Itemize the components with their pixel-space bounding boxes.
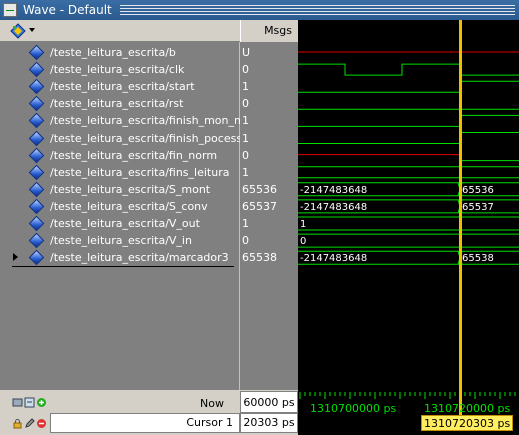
row-separator xyxy=(12,266,234,267)
signal-name: /teste_leitura_escrita/S_conv xyxy=(50,199,208,213)
bus-value-label: 65536 xyxy=(462,185,494,196)
wave-window-icon xyxy=(3,3,17,17)
signal-name: /teste_leitura_escrita/rst xyxy=(50,97,184,111)
window-title: Wave - Default xyxy=(23,3,112,17)
signal-diamond-icon xyxy=(28,78,45,95)
signal-value: U xyxy=(242,46,251,59)
signal-value-panel: U 0 1 0 1 1 0 1 65536 65537 1 0 65538 xyxy=(240,42,298,390)
signal-diamond-icon xyxy=(28,215,45,232)
signal-row[interactable]: /teste_leitura_escrita/marcador3 xyxy=(0,249,240,266)
bus-value-label: -2147483648 xyxy=(300,185,367,196)
bus-value-label: 1 xyxy=(300,219,306,230)
signal-value: 0 xyxy=(242,234,249,248)
signal-row[interactable]: /teste_leitura_escrita/clk xyxy=(0,61,240,78)
signal-row[interactable]: /teste_leitura_escrita/b xyxy=(0,44,240,61)
signal-value: 0 xyxy=(242,63,249,77)
wave-header xyxy=(298,20,519,42)
signal-row[interactable]: /teste_leitura_escrita/rst xyxy=(0,95,240,112)
signal-waveform xyxy=(298,80,519,93)
signal-diamond-icon xyxy=(28,164,45,180)
signal-name: /teste_leitura_escrita/fin_norm xyxy=(50,148,218,162)
signal-diamond-icon xyxy=(28,130,45,146)
signal-name: /teste_leitura_escrita/b xyxy=(50,46,176,59)
signal-diamond-icon xyxy=(28,232,45,249)
signal-name: /teste_leitura_escrita/finish_mon_mat xyxy=(50,114,256,128)
signal-waveform xyxy=(298,63,519,76)
signal-row[interactable]: /teste_leitura_escrita/S_mont xyxy=(0,181,240,198)
now-label: Now xyxy=(200,397,224,410)
msgs-column-header: Msgs xyxy=(240,20,298,42)
signal-value: 0 xyxy=(242,148,249,162)
signal-value: 1 xyxy=(242,80,249,94)
signal-value: 1 xyxy=(242,165,249,179)
signal-value: 65536 xyxy=(242,182,277,196)
signal-value: 0 xyxy=(242,97,249,111)
bus-value-label: 65537 xyxy=(462,202,494,213)
lock-icon[interactable] xyxy=(12,418,23,429)
cursor-add-icon[interactable] xyxy=(24,397,35,408)
signal-row[interactable]: /teste_leitura_escrita/start xyxy=(0,78,240,95)
signal-diamond-icon xyxy=(28,249,45,266)
bus-value-label: -2147483648 xyxy=(300,253,367,264)
edit-icon[interactable] xyxy=(24,418,35,429)
now-value: 60000 ps xyxy=(240,391,298,413)
signal-value: 65538 xyxy=(242,251,277,265)
waveform-panel[interactable]: -2147483648 65536 -2147483648 65537 1 0 -21474… xyxy=(298,20,519,390)
cursor-label[interactable]: Cursor 1 xyxy=(50,413,240,433)
signal-row[interactable]: /teste_leitura_escrita/V_out xyxy=(0,215,240,232)
signal-row[interactable]: /teste_leitura_escrita/S_conv xyxy=(0,198,240,215)
signal-name: /teste_leitura_escrita/marcador3 xyxy=(50,251,229,265)
cursor-line xyxy=(459,20,462,390)
timeline-tick-label-1: 1310700000 ps xyxy=(310,402,397,415)
expand-arrow-icon[interactable] xyxy=(13,253,18,262)
signal-row[interactable]: /teste_leitura_escrita/finish_pocess xyxy=(0,130,243,147)
signal-value: 1 xyxy=(242,131,249,145)
signal-diamond-icon xyxy=(28,181,45,198)
signal-diamond-icon xyxy=(28,44,45,61)
bus-value-label: 0 xyxy=(300,236,306,247)
wave-group-icon[interactable] xyxy=(10,23,26,39)
chevron-down-icon[interactable] xyxy=(29,28,35,32)
signal-name: /teste_leitura_escrita/fins_leitura xyxy=(50,165,230,179)
window-titlebar[interactable]: Wave - Default xyxy=(0,0,519,20)
signal-name-panel: /teste_leitura_escrita/b/teste_leitura_e… xyxy=(0,42,256,390)
signal-value: 1 xyxy=(242,114,249,128)
signal-diamond-icon xyxy=(28,147,45,163)
signal-row[interactable]: /teste_leitura_escrita/fin_norm xyxy=(0,147,240,164)
signal-diamond-icon xyxy=(28,198,45,215)
signal-name: /teste_leitura_escrita/finish_pocess xyxy=(50,131,243,145)
timeline-tick-label-2: 1310720000 ps xyxy=(424,402,511,415)
delete-icon[interactable] xyxy=(36,418,47,429)
signal-value: 65537 xyxy=(242,199,277,213)
signal-name: /teste_leitura_escrita/clk xyxy=(50,63,185,77)
add-icon[interactable] xyxy=(36,397,47,408)
signal-diamond-icon xyxy=(28,113,45,129)
signal-name: /teste_leitura_escrita/S_mont xyxy=(50,182,211,196)
signal-row[interactable]: /teste_leitura_escrita/finish_mon_mat xyxy=(0,112,256,129)
signal-row[interactable]: /teste_leitura_escrita/fins_leitura xyxy=(0,164,240,181)
bus-value-label: 65538 xyxy=(462,253,494,264)
signal-name: /teste_leitura_escrita/V_out xyxy=(50,217,200,230)
signal-name: /teste_leitura_escrita/start xyxy=(50,80,195,94)
zoom-icon[interactable] xyxy=(12,397,23,408)
titlebar-grip xyxy=(119,5,515,15)
signal-diamond-icon xyxy=(28,96,45,112)
cursor-time-marker[interactable]: 1310720303 ps xyxy=(421,415,514,431)
signal-name: /teste_leitura_escrita/V_in xyxy=(50,234,192,248)
signal-row[interactable]: /teste_leitura_escrita/V_in xyxy=(0,232,240,249)
cursor-value: 20303 ps xyxy=(240,413,298,433)
signal-value: 1 xyxy=(242,217,249,230)
bus-value-label: -2147483648 xyxy=(300,202,367,213)
signal-diamond-icon xyxy=(28,61,45,78)
waveform-canvas[interactable]: -2147483648 65536 -2147483648 65537 1 0 -21474… xyxy=(298,20,519,390)
